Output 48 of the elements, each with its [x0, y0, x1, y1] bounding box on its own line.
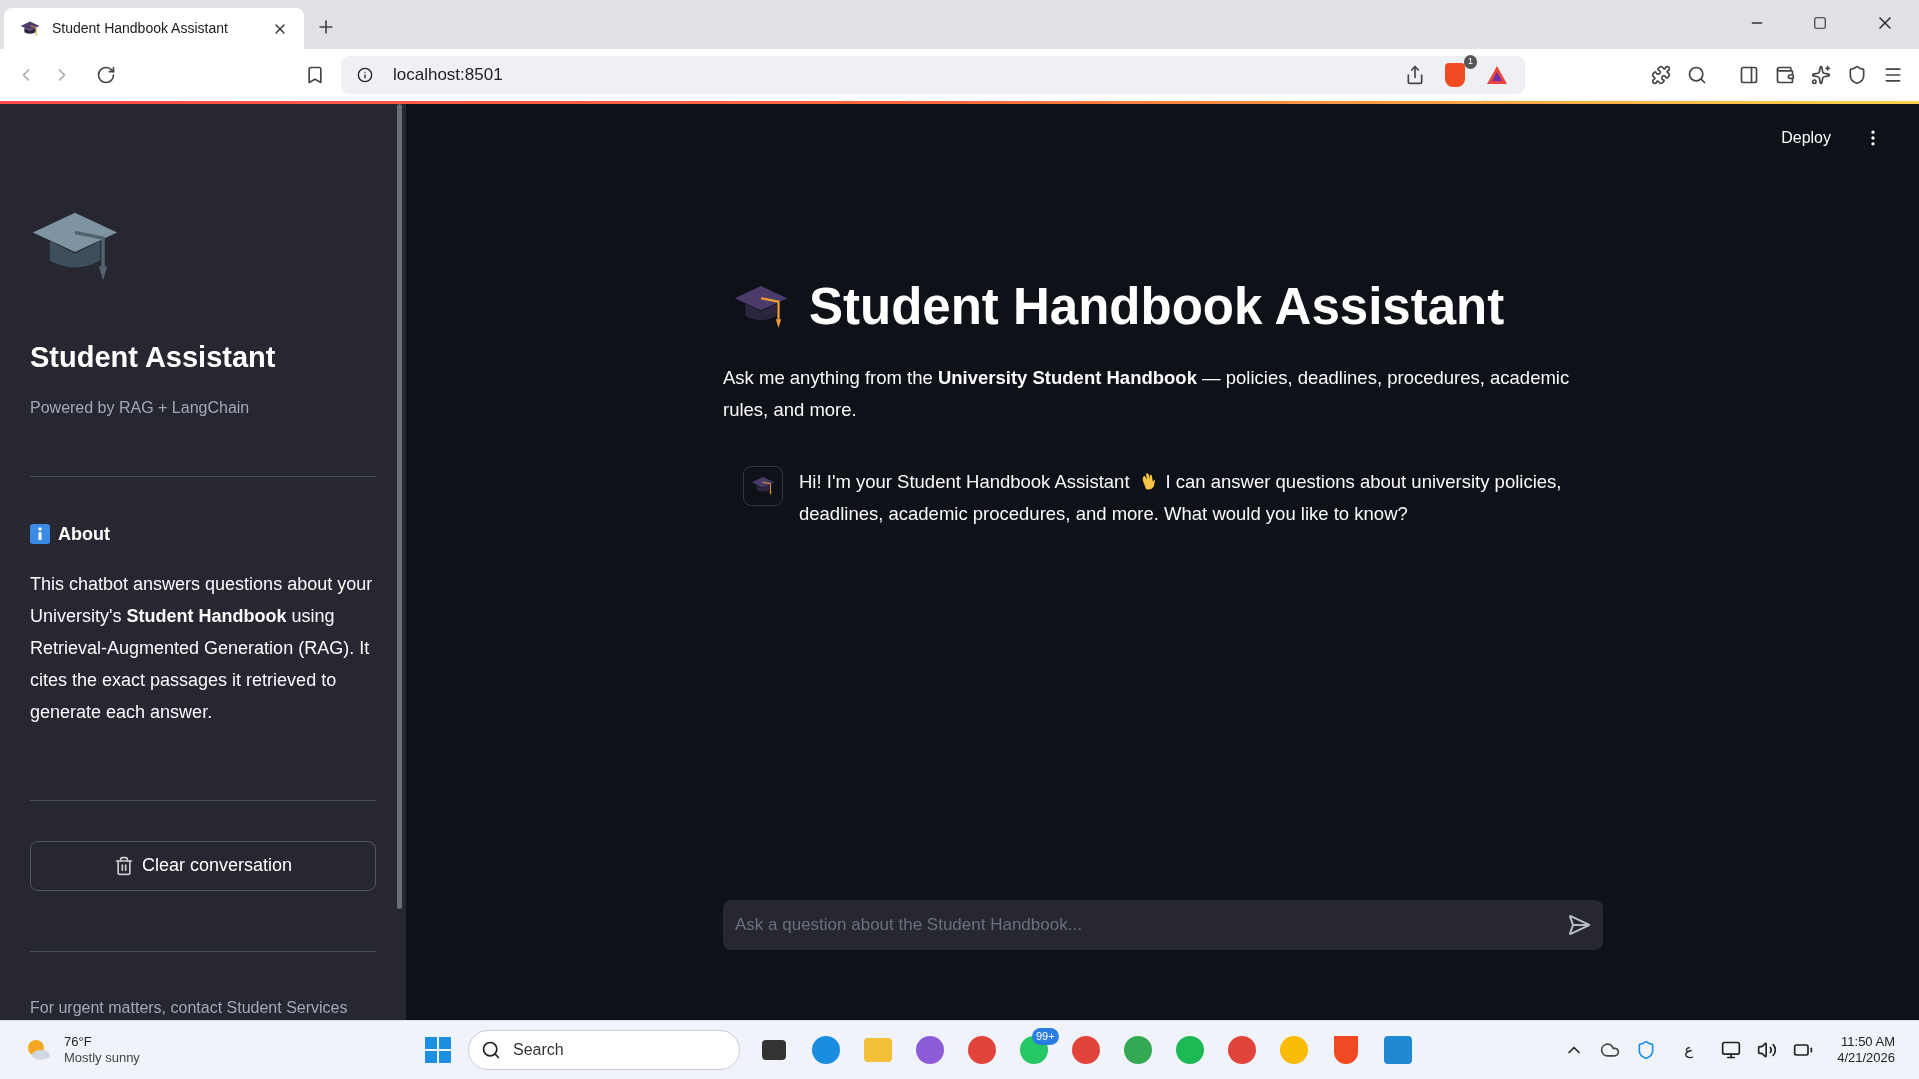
share-icon[interactable] [1405, 65, 1425, 85]
about-text: This chatbot answers questions about your University's Student Handbook using Retrieval-Augmented Generation (RAG). It cites the exact passages it retrieved to generate each answer. [30, 572, 374, 724]
taskbar-search[interactable]: Search [468, 1030, 740, 1070]
weather-temp: 76°F [64, 1033, 93, 1050]
tab-title: Student Handbook Assistant [52, 19, 229, 38]
extensions-icon[interactable] [1651, 65, 1671, 85]
page-title: Student Handbook Assistant [809, 277, 1505, 337]
address-bar[interactable]: localhost:8501 1 [341, 56, 1525, 94]
clear-conversation-button[interactable]: Clear conversation [30, 840, 376, 891]
sidebar-subtitle: Powered by RAG + LangChain [30, 397, 251, 418]
scrollbar[interactable] [397, 104, 402, 909]
restore-icon[interactable] [1813, 16, 1827, 30]
tab-search-icon[interactable] [1687, 65, 1707, 85]
graduation-cap-icon [751, 475, 775, 496]
bookmark-icon[interactable] [305, 65, 325, 85]
chat-input-field[interactable]: Ask a question about the Student Handbook... [735, 912, 1567, 938]
info-icon [30, 524, 50, 544]
vpn-icon[interactable] [1847, 65, 1867, 85]
cloud-icon[interactable] [1600, 1040, 1621, 1060]
browser-tab[interactable]: Student Handbook Assistant [4, 8, 304, 49]
clock-time[interactable]: 11:50 AM [1841, 1033, 1895, 1050]
reload-icon[interactable] [96, 65, 116, 85]
trash-icon [113, 855, 134, 876]
chat-input[interactable]: Ask a question about the Student Handbook... [723, 900, 1603, 950]
notification-badge: 99+ [1032, 1028, 1059, 1045]
deploy-button[interactable]: Deploy [1781, 126, 1831, 150]
menu-icon[interactable] [1883, 65, 1903, 85]
security-icon[interactable] [1636, 1040, 1657, 1060]
sidebar-title: Student Assistant [30, 340, 277, 375]
search-icon [481, 1040, 501, 1060]
about-heading: About [58, 522, 110, 546]
send-icon[interactable] [1567, 913, 1591, 937]
language-indicator[interactable]: ع [1684, 1038, 1694, 1062]
volume-icon[interactable] [1757, 1040, 1778, 1060]
message-text: Hi! I'm your Student Handbook Assistant I can answer questions about university policies, deadlines, academic procedures, and more. What would you like to know? [799, 469, 1563, 526]
shield-icon[interactable] [1445, 63, 1465, 87]
footer-text: For urgent matters, contact Student Services [30, 997, 349, 1018]
sparkle-icon[interactable] [1811, 65, 1831, 85]
windows-icon[interactable] [424, 1036, 452, 1064]
network-icon[interactable] [1721, 1040, 1742, 1060]
sidebar-icon[interactable] [1739, 65, 1759, 85]
weather-desc: Mostly sunny [64, 1050, 140, 1067]
url-text: localhost:8501 [393, 64, 504, 87]
shield-badge: 1 [1464, 55, 1477, 69]
clock-date[interactable]: 4/21/2026 [1837, 1050, 1895, 1067]
site-info-icon [357, 67, 373, 83]
intro-text: Ask me anything from the University Student Handbook — policies, deadlines, procedures, academic rules, and more. [723, 365, 1571, 422]
wallet-icon[interactable] [1775, 65, 1795, 85]
